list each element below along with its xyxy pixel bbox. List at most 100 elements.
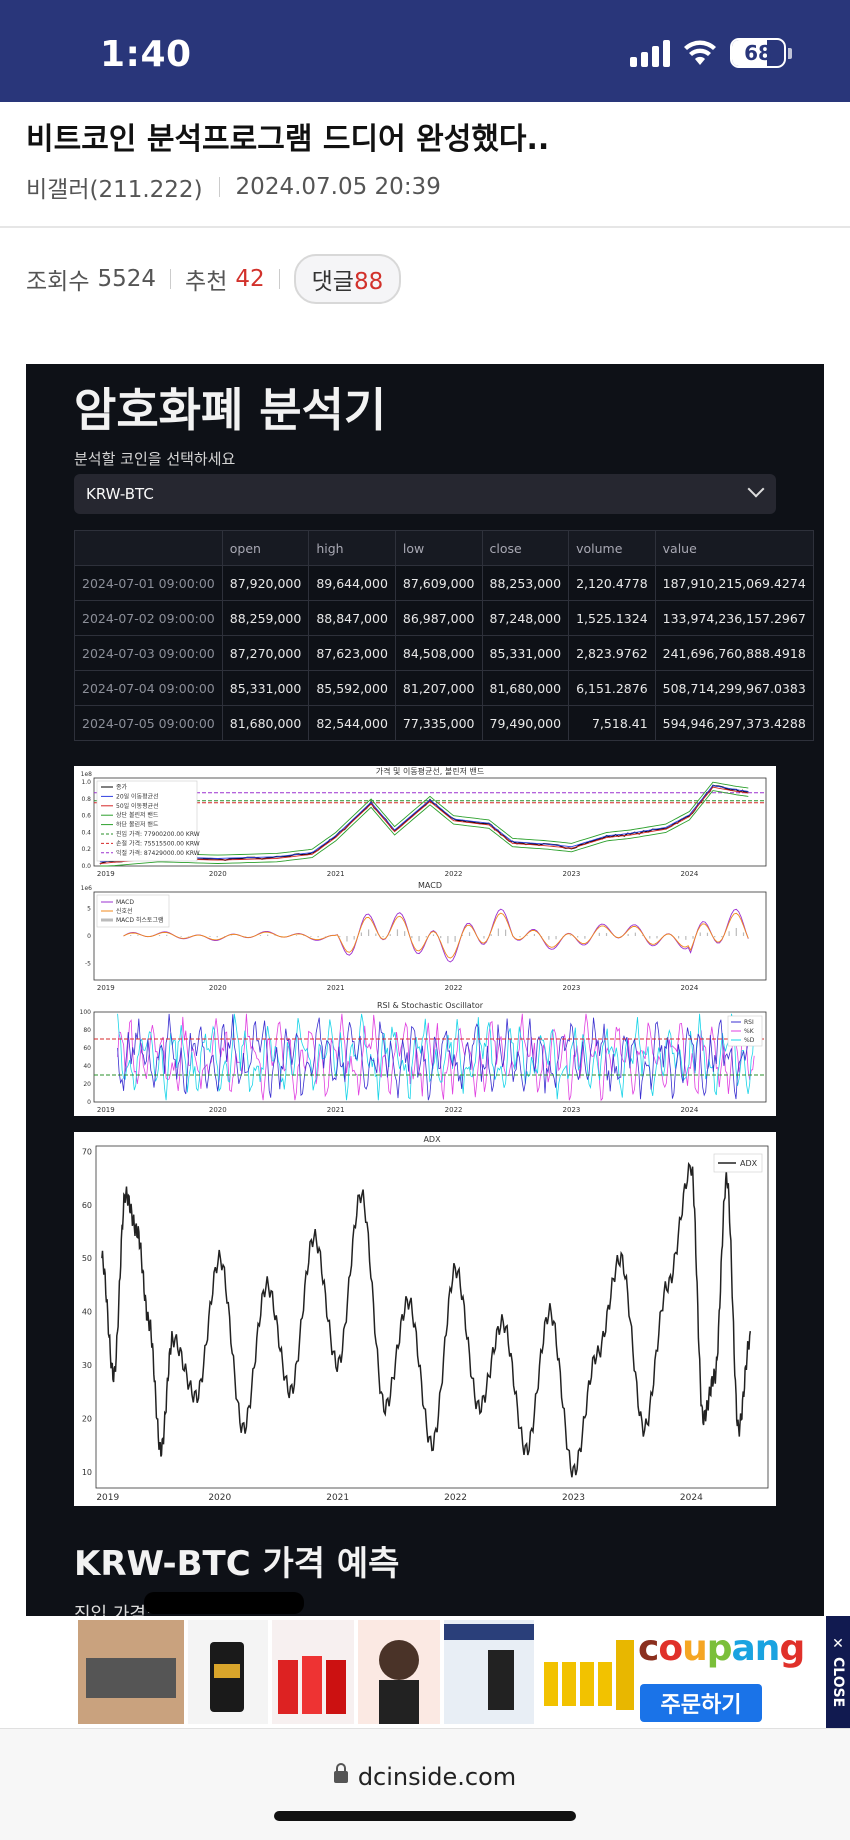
post-title: 비트코인 분석프로그램 드디어 완성했다.. xyxy=(26,122,550,157)
coupang-logo-letter: u xyxy=(682,1628,708,1669)
y-tick-label: 100 xyxy=(80,1009,92,1016)
table-cell: 81,680,000 xyxy=(481,670,570,706)
legend-label: 상단 볼린저 밴드 xyxy=(116,811,159,819)
legend-label: RSI xyxy=(744,1019,754,1026)
table-header-value[interactable]: value xyxy=(654,530,814,566)
stats-divider xyxy=(278,269,280,289)
comments-count: 88 xyxy=(353,269,384,295)
legend-label: 손절 가격: 75515500.00 KRW xyxy=(116,839,200,847)
table-header-volume[interactable]: volume xyxy=(568,530,656,566)
comments-button[interactable]: 댓글88 xyxy=(293,254,402,304)
legend-label: MACD xyxy=(116,899,134,906)
table-cell: 77,335,000 xyxy=(394,705,483,741)
indicators-figure: 가격 및 이동평균선, 볼린저 밴드 2019 2020 2021 2022 2023 20… xyxy=(80,766,767,1114)
legend-label: 종가 xyxy=(116,783,128,791)
table-cell: 79,490,000 xyxy=(481,705,570,741)
y-tick-label: 40 xyxy=(83,1063,91,1070)
y-tick-label: -5 xyxy=(85,961,91,968)
legend-label: %K xyxy=(744,1028,755,1035)
y-tick-label: 0.6 xyxy=(81,813,91,820)
table-cell: 133,974,236,157.2967 xyxy=(654,600,814,636)
legend-label: 신호선 xyxy=(116,907,133,915)
y-tick-label: 80 xyxy=(83,1027,91,1034)
table-cell: 187,910,215,069.4274 xyxy=(654,565,814,601)
table-cell: 89,644,000 xyxy=(308,565,396,601)
coin-select[interactable]: KRW-BTC xyxy=(74,474,776,514)
x-tick-label: 2019 xyxy=(97,1106,115,1114)
adx-chart-panel: ADX 2019 2020 2021 2022 2023 2024 10 20 30 40 50 60 7… xyxy=(74,1132,776,1506)
header-divider xyxy=(0,226,850,228)
x-tick-label: 2020 xyxy=(209,984,227,992)
meta-divider xyxy=(218,177,220,197)
coupang-logo-letter: c xyxy=(638,1628,659,1669)
x-tick-label: 2022 xyxy=(445,984,463,992)
x-tick-label: 2023 xyxy=(563,870,581,878)
table-row: 2024-07-05 09:00:00 81,680,000 82,544,000 7… xyxy=(74,705,814,741)
x-tick-label: 2019 xyxy=(97,870,115,878)
x-tick-label: 2023 xyxy=(563,984,581,992)
app-title: 암호화폐 분석기 xyxy=(74,383,387,437)
table-cell: 85,331,000 xyxy=(221,670,310,706)
table-index-cell: 2024-07-03 09:00:00 xyxy=(74,635,223,671)
table-index-header[interactable] xyxy=(74,530,223,566)
table-index-cell: 2024-07-02 09:00:00 xyxy=(74,600,223,636)
post-datetime: 2024.07.05 20:39 xyxy=(235,174,441,200)
multi-chart-panel: 가격 및 이동평균선, 볼린저 밴드 2019 2020 2021 2022 2023 20… xyxy=(74,766,776,1116)
recommend-label: 추천 xyxy=(185,269,228,295)
table-cell: 81,680,000 xyxy=(221,705,310,741)
y-tick-label: 20 xyxy=(82,1415,92,1424)
chart-title: MACD xyxy=(418,881,442,890)
redaction-mark xyxy=(144,1592,304,1614)
y-tick-label: 40 xyxy=(82,1308,92,1317)
table-header-close[interactable]: close xyxy=(481,530,570,566)
coupang-logo-letter: a xyxy=(731,1628,756,1669)
table-cell: 88,253,000 xyxy=(481,565,570,601)
table-row: 2024-07-02 09:00:00 88,259,000 88,847,000 8… xyxy=(74,600,814,636)
lock-icon xyxy=(333,1763,348,1783)
y-tick-label: 20 xyxy=(83,1081,91,1088)
home-indicator[interactable] xyxy=(274,1811,576,1821)
table-cell: 87,248,000 xyxy=(481,600,570,636)
url-field[interactable]: dcinside.com xyxy=(0,1763,850,1791)
status-bar: 1:40 68 xyxy=(0,0,850,102)
y-tick-label: 0.4 xyxy=(81,829,91,836)
table-index-cell: 2024-07-01 09:00:00 xyxy=(74,565,223,601)
table-cell: 7,518.41 xyxy=(568,705,656,741)
order-button[interactable]: 주문하기 xyxy=(640,1684,762,1722)
table-header-open[interactable]: open xyxy=(221,530,310,566)
table-cell: 87,623,000 xyxy=(308,635,396,671)
table-cell: 88,847,000 xyxy=(308,600,396,636)
coupang-logo[interactable]: coupang xyxy=(638,1628,805,1669)
y-tick-label: 0 xyxy=(87,1099,91,1106)
x-tick-label: 2020 xyxy=(209,1106,227,1114)
y-tick-label: 50 xyxy=(82,1254,92,1263)
x-tick-label: 2019 xyxy=(97,984,115,992)
table-cell: 87,609,000 xyxy=(394,565,483,601)
x-tick-label: 2021 xyxy=(327,1106,345,1114)
table-cell: 2,120.4778 xyxy=(568,565,656,601)
x-tick-label: 2021 xyxy=(327,870,345,878)
ad-banner[interactable]: coupang 주문하기 ✕ CLOSE xyxy=(0,1616,850,1728)
table-header-low[interactable]: low xyxy=(394,530,483,566)
y-tick-label: 1.0 xyxy=(81,779,91,786)
table-header-high[interactable]: high xyxy=(308,530,396,566)
views-count: 5524 xyxy=(97,266,157,292)
ad-close-button[interactable]: ✕ CLOSE xyxy=(826,1616,850,1728)
legend-label: %D xyxy=(744,1037,755,1044)
post-meta: 비갤러(211.222) 2024.07.05 20:39 xyxy=(26,170,441,204)
browser-address-bar[interactable]: dcinside.com xyxy=(0,1728,850,1840)
legend-label: MACD 히스토그램 xyxy=(116,916,164,924)
post-stats: 조회수 5524 추천 42 댓글88 xyxy=(26,254,402,304)
table-cell: 87,270,000 xyxy=(221,635,310,671)
x-tick-label: 2024 xyxy=(680,870,698,878)
macd-line xyxy=(123,908,749,963)
coin-select-label: 분석할 코인을 선택하세요 xyxy=(74,450,236,468)
table-cell: 85,331,000 xyxy=(481,635,570,671)
table-cell: 86,987,000 xyxy=(394,600,483,636)
table-cell: 82,544,000 xyxy=(308,705,396,741)
table-cell: 508,714,299,967.0383 xyxy=(654,670,814,706)
status-icons: 68 xyxy=(630,38,792,68)
table-index-cell: 2024-07-05 09:00:00 xyxy=(74,705,223,741)
x-tick-label: 2022 xyxy=(445,870,463,878)
post-author[interactable]: 비갤러(211.222) xyxy=(26,170,203,204)
